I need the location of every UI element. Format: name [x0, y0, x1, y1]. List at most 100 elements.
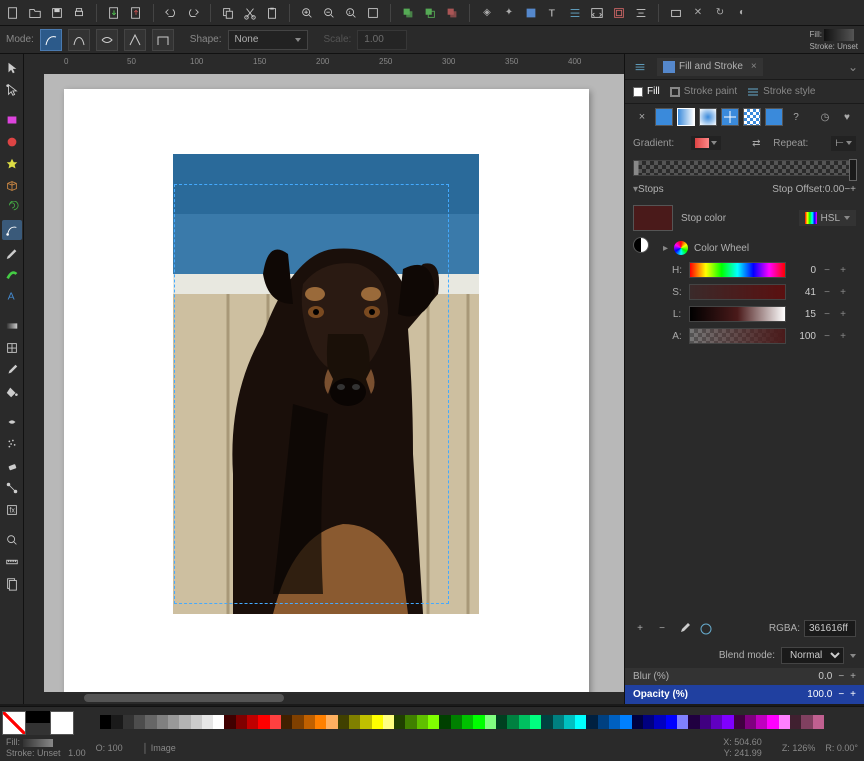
palette-swatch[interactable] [145, 715, 156, 729]
clone-icon[interactable] [421, 4, 439, 22]
heart-icon[interactable]: ♥ [838, 108, 856, 126]
palette-swatch[interactable] [598, 715, 609, 729]
lpe-tool[interactable]: fx [2, 500, 22, 520]
palette-swatch[interactable] [462, 715, 473, 729]
s-inc[interactable]: + [838, 287, 848, 298]
horizontal-scrollbar[interactable] [44, 692, 624, 704]
palette-swatch[interactable] [586, 715, 597, 729]
palette-swatch[interactable] [270, 715, 281, 729]
palette-swatch[interactable] [666, 715, 677, 729]
dropper-tool[interactable] [2, 360, 22, 380]
a-slider[interactable] [689, 328, 786, 344]
connector-tool[interactable] [2, 478, 22, 498]
status-layer[interactable]: Image [151, 743, 176, 753]
fill-subtab[interactable]: Fill [633, 86, 660, 97]
palette-swatch[interactable] [700, 715, 711, 729]
text-tool[interactable]: A [2, 286, 22, 306]
zoom-out-icon[interactable] [320, 4, 338, 22]
spiral-tool[interactable] [2, 198, 22, 218]
pages-tool[interactable] [2, 574, 22, 594]
palette-swatch[interactable] [304, 715, 315, 729]
group-icon[interactable]: ◈ [478, 4, 496, 22]
panel-menu-icon[interactable] [631, 58, 649, 76]
palette-swatch[interactable] [157, 715, 168, 729]
selector-tool[interactable] [2, 58, 22, 78]
opacity-dec[interactable]: − [838, 689, 844, 700]
palette-swatch[interactable] [168, 715, 179, 729]
status-zoom[interactable]: 126% [792, 743, 815, 753]
palette-swatch[interactable] [326, 715, 337, 729]
palette-swatch[interactable] [439, 715, 450, 729]
palette-swatch[interactable] [801, 715, 812, 729]
opacity-inc[interactable]: + [850, 689, 856, 700]
palette-swatch[interactable] [575, 715, 586, 729]
clock-icon[interactable]: ◷ [816, 108, 834, 126]
palette-swatch[interactable] [247, 715, 258, 729]
palette-swatch[interactable] [643, 715, 654, 729]
flip-icon[interactable]: ◐ [733, 4, 751, 22]
paraxial-mode-button[interactable] [152, 29, 174, 51]
palette-swatch[interactable] [813, 715, 824, 729]
close-tab-icon[interactable]: × [751, 61, 757, 72]
gradient-type-select[interactable] [691, 136, 721, 150]
s-slider[interactable] [689, 284, 786, 300]
palette-swatch[interactable] [519, 715, 530, 729]
spiro-mode-button[interactable] [68, 29, 90, 51]
palette-swatch[interactable] [100, 715, 111, 729]
palette-swatch[interactable] [654, 715, 665, 729]
paste-icon[interactable] [263, 4, 281, 22]
mesh-tool[interactable] [2, 338, 22, 358]
palette-swatch[interactable] [564, 715, 575, 729]
palette-swatch[interactable] [111, 715, 122, 729]
zoom-page-icon[interactable] [364, 4, 382, 22]
undo-icon[interactable] [162, 4, 180, 22]
palette-swatch[interactable] [191, 715, 202, 729]
pattern-button[interactable] [743, 108, 761, 126]
palette-swatch[interactable] [258, 715, 269, 729]
palette-swatch[interactable] [405, 715, 416, 729]
color-picker-icon[interactable] [699, 622, 713, 636]
node-tool[interactable] [2, 80, 22, 100]
pencil-tool[interactable] [2, 242, 22, 262]
s-dec[interactable]: − [822, 287, 832, 298]
status-fill-swatch[interactable] [23, 739, 53, 747]
palette-swatch[interactable] [428, 715, 439, 729]
stroke-style-subtab[interactable]: Stroke style [747, 86, 815, 97]
l-dec[interactable]: − [822, 309, 832, 320]
add-stop-button[interactable]: + [633, 622, 647, 636]
bezier-tool[interactable] [2, 220, 22, 240]
zoom-tool[interactable] [2, 530, 22, 550]
palette-swatch[interactable] [134, 715, 145, 729]
redo-icon[interactable] [184, 4, 202, 22]
fill-stroke-tab[interactable]: Fill and Stroke × [657, 58, 763, 76]
palette-swatch[interactable] [541, 715, 552, 729]
panel-collapse-icon[interactable]: ⌄ [848, 60, 858, 74]
palette-swatch[interactable] [473, 715, 484, 729]
palette-swatch[interactable] [349, 715, 360, 729]
gradient-tool[interactable] [2, 316, 22, 336]
new-icon[interactable] [4, 4, 22, 22]
ext-icon[interactable]: ✕ [689, 4, 707, 22]
palette-swatch[interactable] [383, 715, 394, 729]
rgba-input[interactable] [804, 620, 856, 637]
stop-color-swatch[interactable] [633, 205, 673, 231]
swatch-button[interactable] [765, 108, 783, 126]
palette-swatch[interactable] [609, 715, 620, 729]
reverse-gradient-icon[interactable]: ⇄ [747, 134, 765, 152]
h-slider[interactable] [689, 262, 786, 278]
align-icon[interactable] [566, 4, 584, 22]
palette-swatch[interactable] [632, 715, 643, 729]
repeat-select[interactable]: ⊢ [831, 136, 856, 151]
circle-tool[interactable] [2, 132, 22, 152]
palette-swatch[interactable] [236, 715, 247, 729]
remove-stop-button[interactable]: − [655, 622, 669, 636]
palette-swatch[interactable] [224, 715, 235, 729]
stroke-paint-subtab[interactable]: Stroke paint [670, 86, 737, 97]
fill-swatch[interactable] [824, 29, 854, 41]
palette-swatch[interactable] [722, 715, 733, 729]
palette-swatch[interactable] [756, 715, 767, 729]
duplicate-icon[interactable] [399, 4, 417, 22]
export-icon[interactable] [127, 4, 145, 22]
palette-swatch[interactable] [734, 715, 745, 729]
copy-icon[interactable] [219, 4, 237, 22]
